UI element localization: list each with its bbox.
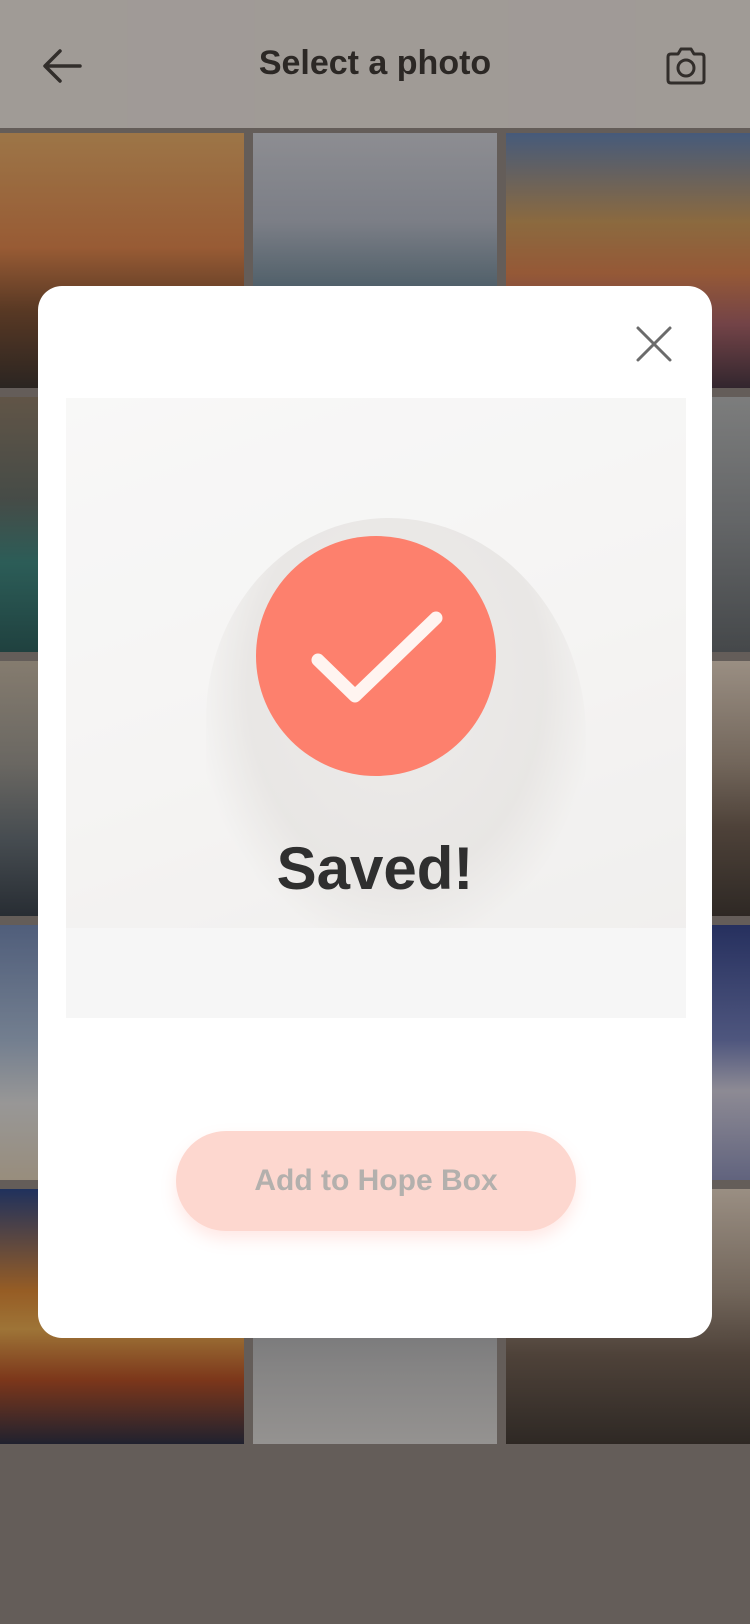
close-icon[interactable] — [632, 322, 676, 366]
success-badge — [256, 536, 496, 776]
saved-dialog: Saved! Add to Hope Box — [38, 286, 712, 1338]
checkmark-icon — [311, 611, 443, 703]
add-to-hope-box-button[interactable]: Add to Hope Box — [176, 1131, 576, 1231]
saved-status-text: Saved! — [276, 835, 474, 902]
